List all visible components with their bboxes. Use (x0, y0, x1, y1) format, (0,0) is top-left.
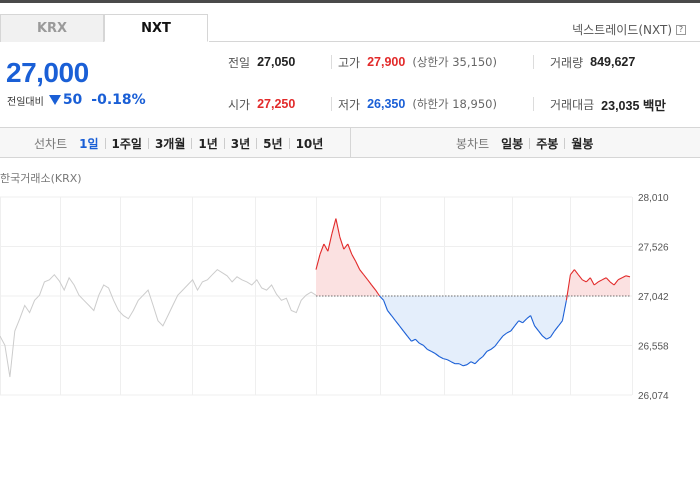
change-amount: 50 (62, 92, 83, 108)
stat-label: 거래대금 (550, 97, 595, 112)
current-price: 27,000 (6, 57, 89, 88)
top-border (0, 0, 700, 3)
divider (331, 97, 332, 111)
stat-open: 시가 27,250 (228, 96, 295, 113)
stat-value: 26,350 (367, 97, 406, 111)
change-value: 50 (48, 92, 83, 108)
source-text: 넥스트레이드(NXT) (572, 23, 672, 37)
tab-krx[interactable]: KRX (0, 14, 104, 42)
stats-row-1: 전일 27,050 고가 27,900 (상한가 35,150) 거래량 849… (212, 50, 700, 74)
period-selector: 선차트 1일 1주일 3개월 1년 3년 5년 10년 (34, 128, 323, 158)
source-label: 넥스트레이드(NXT) ? (572, 21, 686, 38)
stat-value: 27,050 (257, 55, 296, 69)
tab-nxt[interactable]: NXT (104, 14, 208, 42)
stat-label: 거래량 (550, 55, 584, 70)
exchange-tabs: KRX NXT (0, 14, 208, 42)
period-3y[interactable]: 3년 (231, 135, 250, 152)
stat-sub: (상한가 35,150) (412, 55, 497, 69)
period-1y[interactable]: 1년 (198, 135, 217, 152)
help-icon[interactable]: ? (676, 24, 686, 35)
stat-label: 고가 (338, 55, 361, 70)
chart-caption: 한국거래소(KRX) (0, 172, 82, 185)
y-tick-label: 26,558 (638, 342, 669, 353)
tabs-underline (209, 41, 700, 42)
stats-row-2: 시가 27,250 저가 26,350 (하한가 18,950) 거래대금 23… (212, 92, 700, 116)
area-above-baseline (316, 218, 630, 296)
stat-high: 고가 27,900 (상한가 35,150) (338, 54, 497, 71)
period-1d[interactable]: 1일 (79, 135, 98, 152)
stat-prev-close: 전일 27,050 (228, 54, 295, 71)
candle-daily[interactable]: 일봉 (501, 135, 523, 152)
price-chart: 28,010 27,526 27,042 26,558 26,074 (0, 193, 669, 400)
stat-label: 저가 (338, 97, 361, 112)
y-tick-label: 27,526 (638, 243, 669, 254)
y-tick-label: 28,010 (638, 193, 669, 204)
stat-value: 27,900 (367, 55, 406, 69)
change-percent: -0.18% (91, 92, 146, 108)
divider (533, 97, 534, 111)
divider (331, 55, 332, 69)
stat-sub: (하한가 18,950) (412, 97, 497, 111)
period-3m[interactable]: 3개월 (155, 135, 185, 152)
toolbar-divider (350, 128, 351, 158)
stat-label: 시가 (228, 97, 251, 112)
stat-value: 849,627 (590, 55, 636, 69)
line-chart-label: 선차트 (34, 136, 68, 151)
stat-label: 전일 (228, 55, 251, 70)
stat-value: 27,250 (257, 97, 296, 111)
down-triangle-icon (48, 95, 61, 105)
y-tick-label: 26,074 (638, 391, 669, 400)
period-5y[interactable]: 5년 (263, 135, 282, 152)
period-1w[interactable]: 1주일 (112, 135, 142, 152)
candle-selector: 봉차트 일봉 주봉 월봉 (456, 128, 593, 158)
area-below-baseline (316, 296, 630, 366)
candle-chart-label: 봉차트 (456, 136, 490, 151)
y-tick-label: 27,042 (638, 292, 669, 303)
candle-weekly[interactable]: 주봉 (536, 135, 558, 152)
stat-value: 23,035 백만 (601, 98, 666, 113)
stat-trade-value: 거래대금 23,035 백만 (550, 95, 666, 114)
reference-line (0, 268, 317, 378)
change-label: 전일대비 (7, 96, 44, 108)
candle-monthly[interactable]: 월봉 (571, 135, 593, 152)
stat-low: 저가 26,350 (하한가 18,950) (338, 96, 497, 113)
divider (533, 55, 534, 69)
stat-volume: 거래량 849,627 (550, 54, 635, 71)
price-change: 전일대비 50 -0.18% (7, 92, 146, 108)
period-10y[interactable]: 10년 (296, 135, 324, 152)
chart-toolbar: 선차트 1일 1주일 3개월 1년 3년 5년 10년 봉차트 일봉 주봉 월봉 (0, 127, 700, 158)
